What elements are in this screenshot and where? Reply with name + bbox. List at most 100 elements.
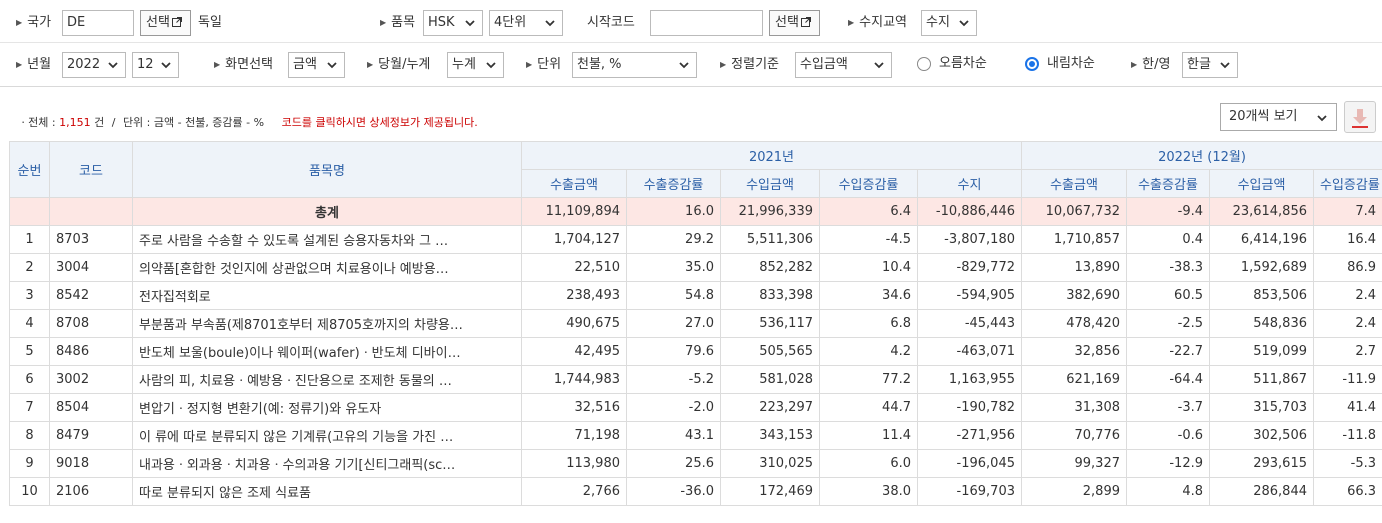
triangle-bullet-icon: ▶ bbox=[1131, 60, 1138, 69]
chevron-down-icon bbox=[1317, 115, 1327, 122]
table-row: 3 8542 전자집적회로 238,493 54.8 833,398 34.6 -594,90… bbox=[9, 281, 1382, 310]
row-value-cell: 548,836 bbox=[1209, 309, 1314, 338]
total-rank bbox=[9, 197, 50, 226]
period-value: 누계 bbox=[452, 57, 476, 72]
row-value-cell: 35.0 bbox=[626, 253, 721, 282]
year-value: 2022 bbox=[67, 57, 101, 72]
row-code-link[interactable]: 8504 bbox=[49, 393, 133, 422]
sort-select[interactable]: 수입금액 bbox=[795, 52, 892, 78]
row-value-cell: 223,297 bbox=[720, 393, 820, 422]
month-select[interactable]: 12 bbox=[132, 52, 179, 78]
row-code-link[interactable]: 8542 bbox=[49, 281, 133, 310]
screen-value: 금액 bbox=[293, 57, 317, 72]
row-value-cell: 490,675 bbox=[521, 309, 627, 338]
trade-type-select[interactable]: 수지 bbox=[921, 10, 977, 36]
unit-select[interactable]: 천불, % bbox=[572, 52, 697, 78]
row-value-cell: 382,690 bbox=[1021, 281, 1127, 310]
chevron-down-icon bbox=[1220, 62, 1230, 69]
row-value-cell: 22,510 bbox=[521, 253, 627, 282]
row-value-cell: 29.2 bbox=[626, 225, 721, 254]
filter-panel: ▶ 국가 DE 선택 독일 ▶ 품목 HSK 4단위 시작코드 선택 ▶ 수지교역 수… bbox=[0, 0, 1382, 87]
row-value-cell: 1,704,127 bbox=[521, 225, 627, 254]
triangle-bullet-icon: ▶ bbox=[16, 18, 23, 27]
screen-select[interactable]: 금액 bbox=[288, 52, 345, 78]
row-value-cell: 79.6 bbox=[626, 337, 721, 366]
row-value-cell: 302,506 bbox=[1209, 421, 1314, 450]
lang-label: ▶ 한/영 bbox=[1131, 57, 1170, 73]
row-value-cell: 70,776 bbox=[1021, 421, 1127, 450]
descending-radio[interactable] bbox=[1025, 57, 1039, 71]
result-info: ㆍ전체 : 1,151 건 / 단위 : 금액 - 천불, 증감률 - % 코드… bbox=[18, 114, 478, 130]
row-item-name: 주로 사람을 수송할 수 있도록 설계된 승용자동차와 그 … bbox=[132, 225, 522, 254]
row-item-name: 변압기ㆍ정지형 변환기(예: 정류기)와 유도자 bbox=[132, 393, 522, 422]
start-code-select-label: 선택 bbox=[775, 15, 799, 30]
row-rank: 9 bbox=[9, 449, 50, 478]
period-select[interactable]: 누계 bbox=[447, 52, 504, 78]
triangle-bullet-icon: ▶ bbox=[214, 60, 221, 69]
row-item-name: 부분품과 부속품(제8701호부터 제8705호까지의 차량용… bbox=[132, 309, 522, 338]
row-value-cell: 10.4 bbox=[819, 253, 918, 282]
ascending-radio[interactable] bbox=[917, 57, 931, 71]
header-group-2022: 2022년 (12월) bbox=[1020, 141, 1382, 170]
ascending-label: 오름차순 bbox=[939, 56, 987, 71]
total-cell: -10,886,446 bbox=[917, 197, 1022, 226]
trade-table: 순번 코드 품목명 2021년 2022년 (12월) 수출금액 수출증감률 수… bbox=[9, 141, 1382, 506]
count-unit: 건 bbox=[94, 116, 105, 129]
triangle-bullet-icon: ▶ bbox=[16, 60, 23, 69]
header-export-rate: 수출증감률 bbox=[626, 169, 721, 198]
screen-label: ▶ 화면선택 bbox=[214, 57, 273, 73]
row-code-link[interactable]: 8708 bbox=[49, 309, 133, 338]
total-row: 총계 11,109,894 16.0 21,996,339 6.4 -10,88… bbox=[9, 197, 1382, 226]
start-code-select-button[interactable]: 선택 bbox=[769, 10, 820, 36]
item-digits-select[interactable]: 4단위 bbox=[489, 10, 563, 36]
unit-text: 단위 : 금액 - 천불, 증감률 - % bbox=[122, 116, 265, 129]
table-row: 7 8504 변압기ㆍ정지형 변환기(예: 정류기)와 유도자 32,516 -2.0 2… bbox=[9, 393, 1382, 422]
download-button[interactable] bbox=[1344, 101, 1376, 133]
unit-label: ▶ 단위 bbox=[526, 57, 561, 73]
row-rank: 7 bbox=[9, 393, 50, 422]
row-value-cell: 86.9 bbox=[1312, 253, 1382, 282]
chevron-down-icon bbox=[327, 62, 337, 69]
row-code-link[interactable]: 9018 bbox=[49, 449, 133, 478]
row-value-cell: 2.4 bbox=[1312, 281, 1382, 310]
row-value-cell: -3.7 bbox=[1126, 393, 1210, 422]
row-item-name: 사람의 피, 치료용ㆍ예방용ㆍ진단용으로 조제한 동물의 … bbox=[132, 365, 522, 394]
row-value-cell: -4.5 bbox=[819, 225, 918, 254]
table-row: 10 2106 따로 분류되지 않은 조제 식료품 2,766 -36.0 172,469… bbox=[9, 477, 1382, 506]
start-code-input[interactable] bbox=[650, 10, 763, 36]
table-row: 4 8708 부분품과 부속품(제8701호부터 제8705호까지의 차량용… 490… bbox=[9, 309, 1382, 338]
row-value-cell: 511,867 bbox=[1209, 365, 1314, 394]
row-code-link[interactable]: 8703 bbox=[49, 225, 133, 254]
lang-select[interactable]: 한글 bbox=[1182, 52, 1238, 78]
row-value-cell: -11.9 bbox=[1312, 365, 1382, 394]
row-value-cell: 1,592,689 bbox=[1209, 253, 1314, 282]
row-value-cell: 293,615 bbox=[1209, 449, 1314, 478]
year-select[interactable]: 2022 bbox=[62, 52, 126, 78]
unit-value: 천불, % bbox=[577, 57, 622, 72]
row-code-link[interactable]: 3002 bbox=[49, 365, 133, 394]
item-type-select[interactable]: HSK bbox=[423, 10, 483, 36]
country-code-input[interactable]: DE bbox=[62, 10, 134, 36]
table-row: 1 8703 주로 사람을 수송할 수 있도록 설계된 승용자동차와 그 … 1,70… bbox=[9, 225, 1382, 254]
total-cell: 7.4 bbox=[1312, 197, 1382, 226]
filter-divider bbox=[0, 42, 1382, 43]
row-code-link[interactable]: 8479 bbox=[49, 421, 133, 450]
sort-value: 수입금액 bbox=[800, 57, 848, 72]
country-select-button[interactable]: 선택 bbox=[140, 10, 191, 36]
row-value-cell: 44.7 bbox=[819, 393, 918, 422]
unit-label-text: 단위 bbox=[537, 57, 562, 72]
row-value-cell: -463,071 bbox=[917, 337, 1022, 366]
row-value-cell: 286,844 bbox=[1209, 477, 1314, 506]
row-value-cell: 34.6 bbox=[819, 281, 918, 310]
row-value-cell: 5,511,306 bbox=[720, 225, 820, 254]
row-value-cell: 2.4 bbox=[1312, 309, 1382, 338]
row-value-cell: 343,153 bbox=[720, 421, 820, 450]
row-code-link[interactable]: 8486 bbox=[49, 337, 133, 366]
page-size-select[interactable]: 20개씩 보기 bbox=[1220, 103, 1337, 131]
row-code-link[interactable]: 2106 bbox=[49, 477, 133, 506]
table-row: 2 3004 의약품[혼합한 것인지에 상관없으며 치료용이나 예방용… 22,510… bbox=[9, 253, 1382, 282]
chevron-down-icon bbox=[161, 62, 171, 69]
header-import-rate: 수입증감률 bbox=[1312, 169, 1382, 198]
row-value-cell: 478,420 bbox=[1021, 309, 1127, 338]
row-code-link[interactable]: 3004 bbox=[49, 253, 133, 282]
